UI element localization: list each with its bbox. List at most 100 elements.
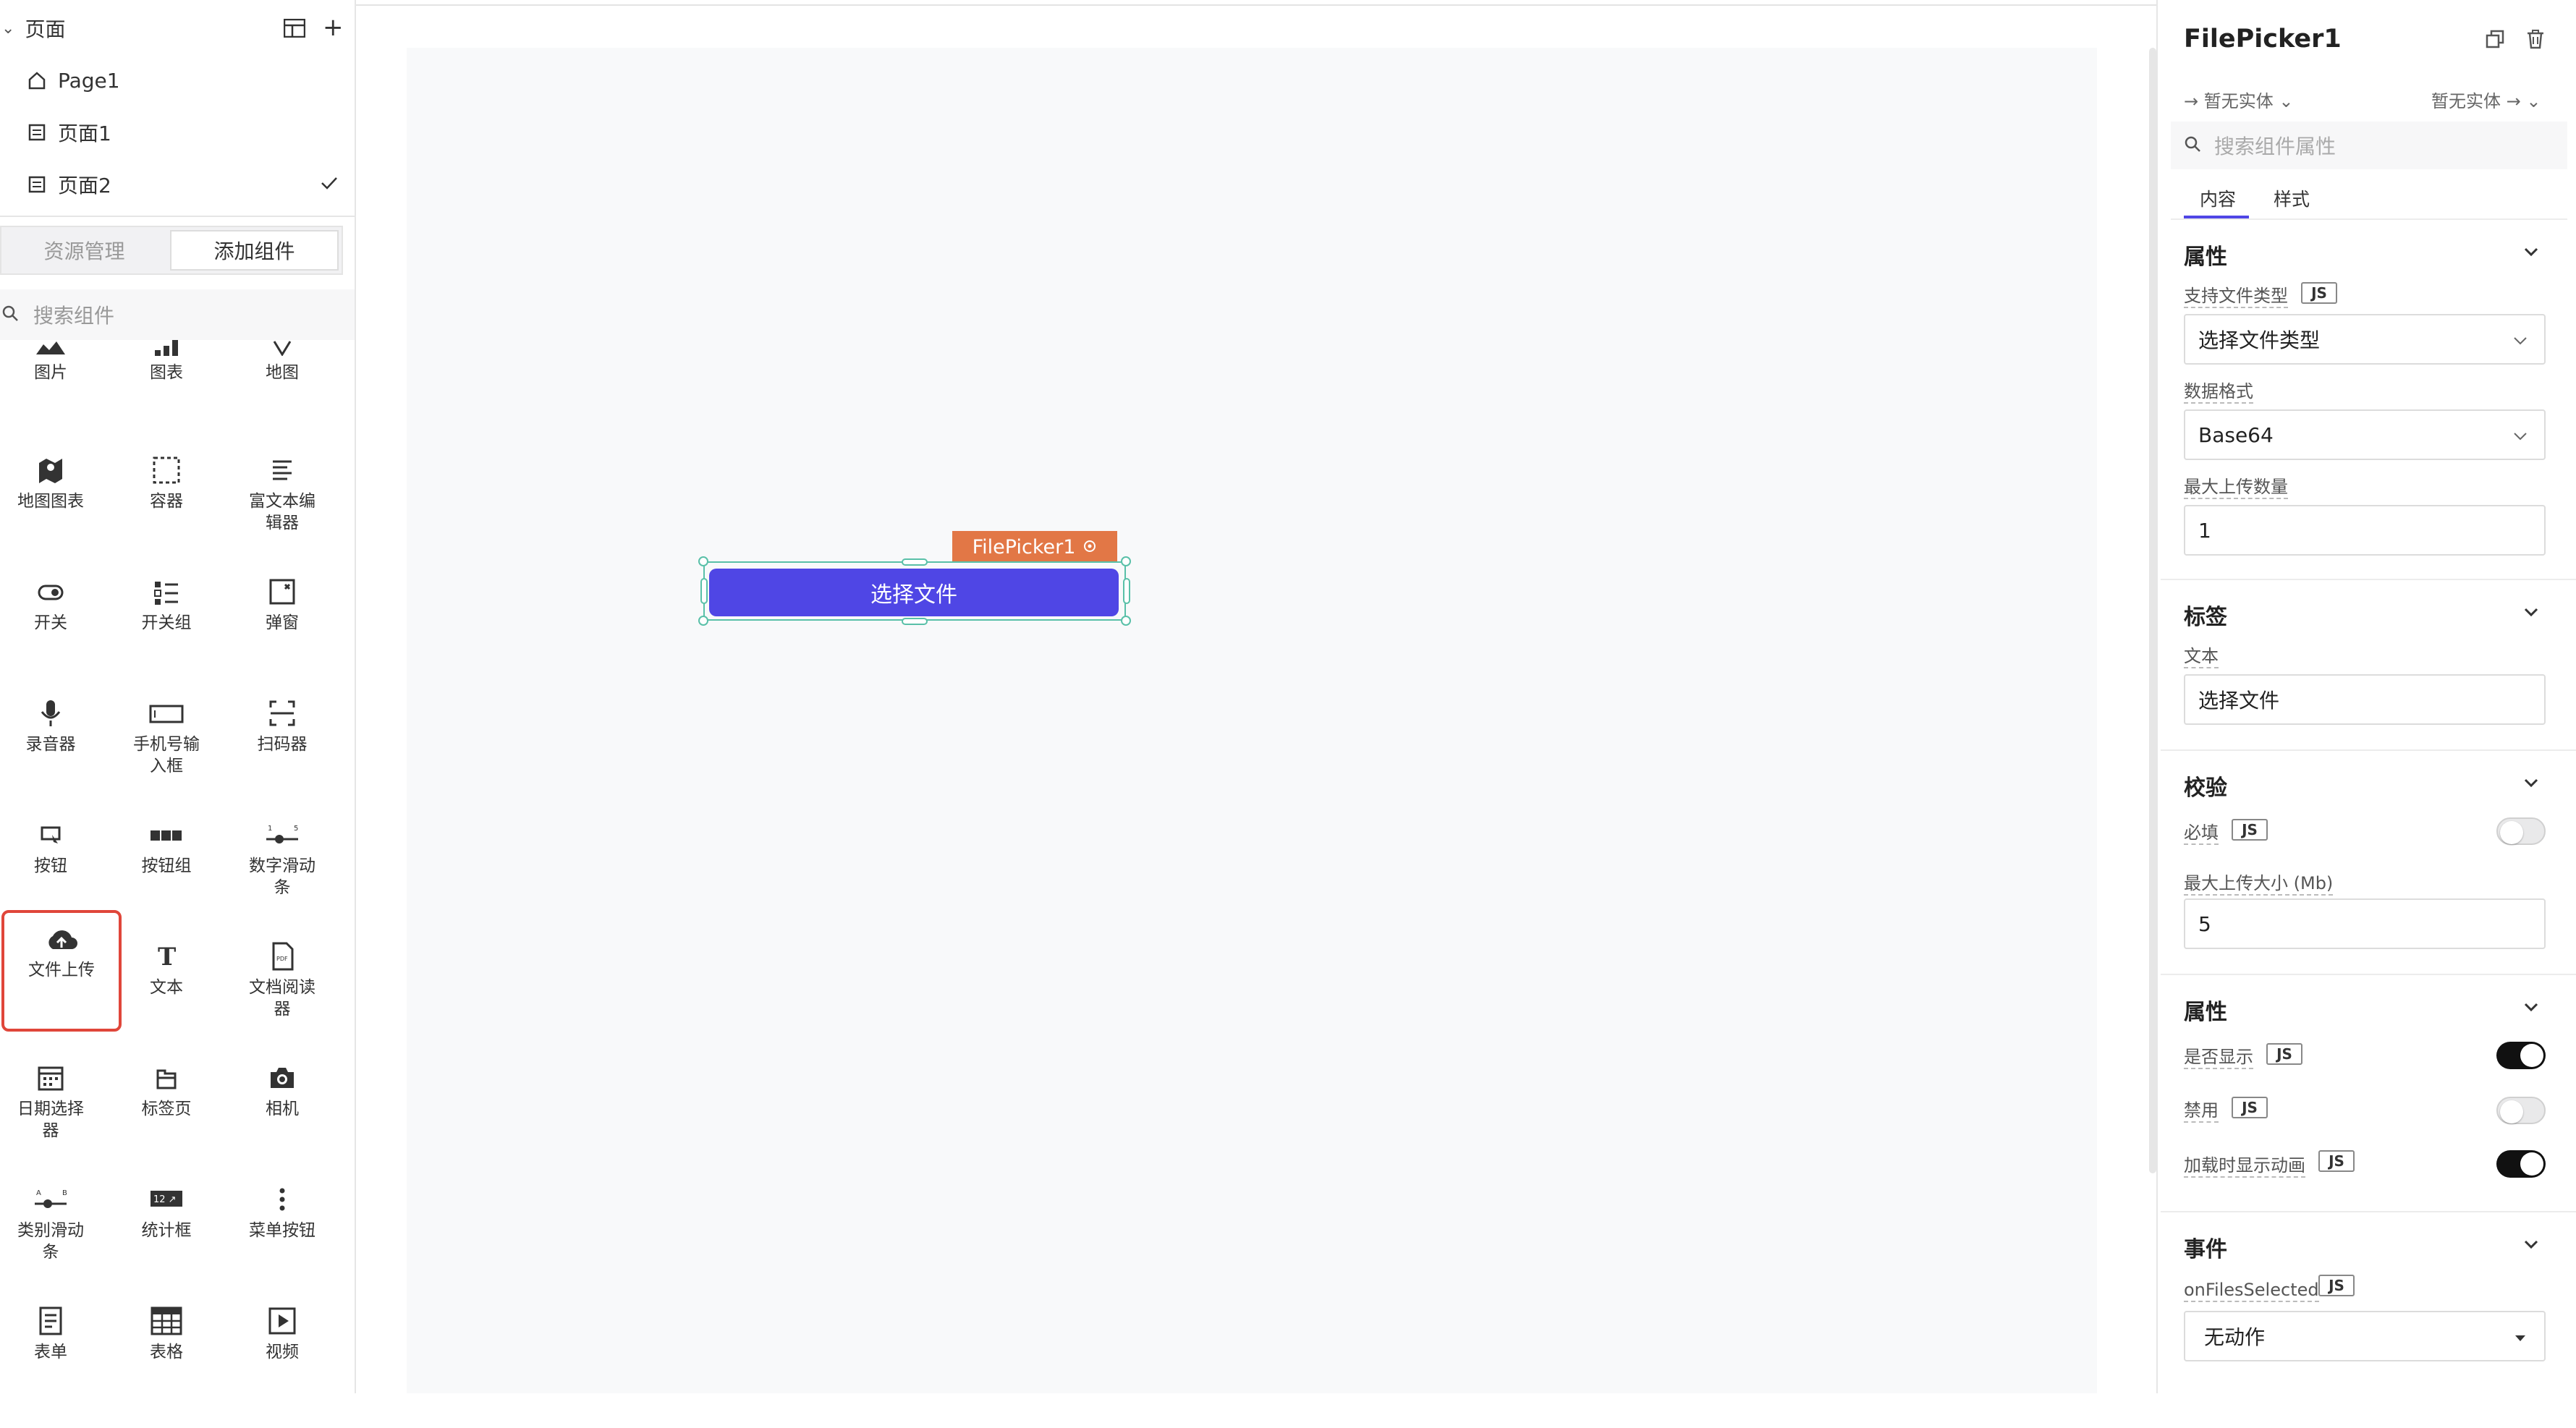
section-title-properties[interactable]: 属性 [2184,239,2227,271]
component-name-tag[interactable]: FilePicker1 [952,531,1117,563]
chevron-down-icon [2514,337,2527,345]
divider [2161,749,2576,751]
js-toggle[interactable]: JS [2301,282,2337,304]
caret-down-icon [2515,1335,2525,1341]
component-switch[interactable]: 开关 [0,577,109,699]
component-tabs[interactable]: 标签页 [109,1063,224,1185]
component-number-slider[interactable]: 15 数字滑动 条 [224,820,340,942]
chevron-down-icon[interactable] [2522,1236,2540,1253]
section-title-attributes[interactable]: 属性 [2184,994,2227,1026]
svg-text:B: B [62,1189,67,1197]
chevron-down-icon [2514,433,2527,441]
delete-icon[interactable] [2525,29,2546,52]
copy-icon[interactable] [2485,29,2505,52]
divider [2161,579,2576,580]
component-camera[interactable]: 相机 [224,1063,340,1185]
settings-icon[interactable] [1082,536,1097,558]
section-title-events[interactable]: 事件 [2184,1231,2227,1263]
component-image[interactable]: 图片 [0,340,109,462]
component-container[interactable]: 容器 [109,456,224,577]
component-date-picker[interactable]: 日期选择 器 [0,1063,109,1185]
resize-handle[interactable] [1123,578,1130,604]
component-video[interactable]: 视频 [224,1306,340,1428]
component-rich-text-editor[interactable]: 富文本编 辑器 [224,456,340,577]
resize-handle[interactable] [902,618,928,625]
event-action-select[interactable]: 无动作 [2184,1311,2546,1361]
label-text-label: 文本 [2184,645,2219,668]
resize-handle[interactable] [1121,556,1131,566]
page-item-page1[interactable]: Page1 [0,55,355,106]
component-recorder[interactable]: 录音器 [0,699,109,820]
resize-handle[interactable] [1121,616,1131,626]
js-toggle[interactable]: JS [2232,1097,2268,1118]
data-format-label: 数据格式 [2184,381,2253,404]
label-text-input[interactable]: 选择文件 [2184,674,2546,725]
component-title: FilePicker1 [2184,25,2342,54]
component-button-group[interactable]: 按钮组 [109,820,224,942]
resize-handle[interactable] [698,616,708,626]
divider [2161,1211,2576,1212]
add-page-icon[interactable]: + [323,13,344,42]
svg-text:1: 1 [268,825,272,833]
svg-text:12 ↗: 12 ↗ [153,1194,177,1205]
tab-content[interactable]: 内容 [2200,185,2236,211]
chevron-down-icon[interactable] [2522,774,2540,791]
disabled-toggle[interactable] [2496,1097,2546,1124]
max-count-input[interactable]: 1 [2184,505,2546,556]
max-size-input[interactable]: 5 [2184,898,2546,949]
scrollbar[interactable] [2149,48,2156,1173]
max-size-label: 最大上传大小 (Mb) [2184,872,2334,896]
resize-handle[interactable] [700,578,708,604]
component-scanner[interactable]: 扫码器 [224,699,340,820]
component-table[interactable]: 表格 [109,1306,224,1428]
tab-style[interactable]: 样式 [2274,185,2310,211]
entity-right-select[interactable]: 暂无实体 → ⌄ [2431,87,2541,112]
js-toggle[interactable]: JS [2266,1043,2302,1065]
file-types-select[interactable]: 选择文件类型 [2184,314,2546,365]
page-item-page-2[interactable]: 页面2 [0,159,355,210]
chevron-down-icon[interactable] [2522,603,2540,621]
chevron-down-icon[interactable] [2522,998,2540,1016]
event-label: onFilesSelected [2184,1279,2319,1302]
component-map-chart[interactable]: 地图图表 [0,456,109,577]
entity-left-select[interactable]: → 暂无实体 ⌄ [2184,87,2294,112]
layout-icon[interactable] [283,18,306,43]
chevron-down-icon[interactable] [2522,243,2540,260]
component-search[interactable]: 搜索组件 [0,289,355,340]
component-modal[interactable]: 弹窗 [224,577,340,699]
component-phone-input[interactable]: 手机号输 入框 [109,699,224,820]
design-canvas[interactable] [407,48,2097,1393]
visible-toggle[interactable] [2496,1042,2546,1069]
component-stat-box[interactable]: 12 ↗ 统计框 [109,1185,224,1306]
arrow-right-icon: → [2184,91,2204,111]
component-doc-reader[interactable]: PDF 文档阅读 器 [224,942,340,1063]
component-chart[interactable]: 图表 [109,340,224,462]
component-file-upload[interactable]: 文件上传 [1,910,122,1032]
file-picker-button[interactable]: 选择文件 [709,569,1119,616]
data-format-select[interactable]: Base64 [2184,409,2546,460]
tab-add-component[interactable]: 添加组件 [170,230,339,271]
component-menu-button[interactable]: 菜单按钮 [224,1185,340,1306]
component-form[interactable]: 表单 [0,1306,109,1428]
component-category-slider[interactable]: AB 类别滑动 条 [0,1185,109,1306]
chevron-down-icon[interactable]: ⌄ [1,20,14,38]
loading-animation-toggle[interactable] [2496,1150,2546,1178]
resize-handle[interactable] [698,556,708,566]
section-title-label[interactable]: 标签 [2184,599,2227,631]
resize-handle[interactable] [902,558,928,566]
property-search[interactable]: 搜索组件属性 [2171,122,2567,169]
js-toggle[interactable]: JS [2318,1150,2355,1172]
component-text[interactable]: T 文本 [109,942,224,1063]
js-toggle[interactable]: JS [2232,819,2268,841]
js-toggle[interactable]: JS [2318,1275,2355,1296]
search-icon [1,303,19,327]
page-item-page-1[interactable]: 页面1 [0,107,355,158]
component-map[interactable]: 地图 [224,340,340,462]
page-item-label: Page1 [58,68,120,93]
pages-header[interactable]: ⌄ 页面 + [0,3,355,54]
tab-resources[interactable]: 资源管理 [1,227,167,273]
page-icon [26,174,48,195]
component-switch-group[interactable]: 开关组 [109,577,224,699]
section-title-validation[interactable]: 校验 [2184,770,2227,802]
required-toggle[interactable] [2496,817,2546,845]
